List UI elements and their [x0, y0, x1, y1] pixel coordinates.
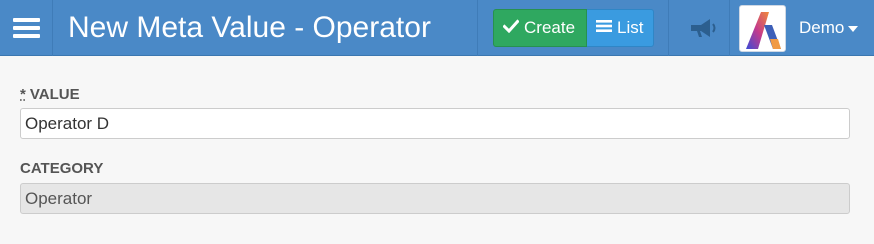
- top-navbar: New Meta Value - Operator Create List De…: [0, 0, 874, 56]
- user-name: Demo: [799, 18, 845, 37]
- hamburger-icon-line: [13, 34, 40, 38]
- list-icon: [596, 18, 612, 38]
- hamburger-icon-line: [13, 26, 40, 30]
- list-button-label: List: [617, 18, 644, 37]
- category-input[interactable]: [20, 183, 850, 214]
- list-button[interactable]: List: [587, 9, 654, 47]
- megaphone-icon[interactable]: [688, 14, 720, 42]
- navbar-divider: [729, 0, 730, 56]
- caret-down-icon: [848, 25, 859, 32]
- user-menu-dropdown[interactable]: Demo: [799, 17, 859, 39]
- value-field-label: * VALUE: [20, 86, 80, 103]
- page-title: New Meta Value - Operator: [68, 11, 431, 44]
- create-button-label: Create: [524, 18, 576, 37]
- navbar-divider: [668, 0, 669, 56]
- hamburger-icon: [13, 18, 40, 22]
- check-icon: [502, 18, 520, 38]
- category-field-label: CATEGORY: [20, 160, 104, 177]
- navbar-divider: [477, 0, 478, 56]
- value-input[interactable]: [20, 108, 850, 139]
- action-button-group: Create List: [493, 9, 654, 47]
- app-logo[interactable]: [739, 5, 786, 52]
- create-button[interactable]: Create: [493, 9, 587, 47]
- hamburger-menu-button[interactable]: [0, 0, 53, 56]
- value-label-text: VALUE: [29, 86, 80, 103]
- required-marker: *: [20, 86, 26, 103]
